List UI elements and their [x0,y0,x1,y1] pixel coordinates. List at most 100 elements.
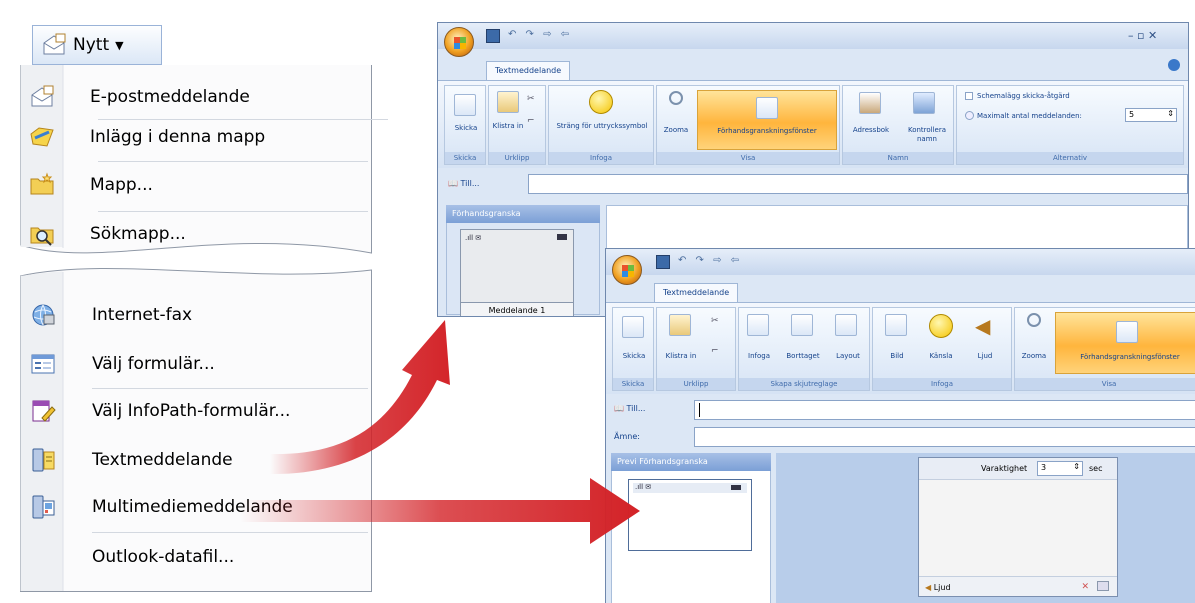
tab-textmeddelande[interactable]: Textmeddelande [486,61,571,81]
cut-icon[interactable]: ✂ [527,94,535,104]
window-controls[interactable]: – ▫ ✕ [1128,29,1157,42]
send-icon [454,94,476,116]
text-cursor [699,403,700,417]
menu-item-mapp[interactable]: Mapp... [20,166,372,206]
forhandsgranskning-button: Förhandsgranskningsfönster [1080,353,1180,361]
picture-icon [885,314,907,336]
cut-icon[interactable]: ✂ [711,316,719,326]
menu-item-label: Välj InfoPath-formulär... [92,401,291,421]
smiley-icon [929,314,953,338]
post-folder-icon [29,124,55,150]
address-book-small-icon: 📖 [614,404,624,413]
menu-item-e-postmeddelande[interactable]: E-postmeddelande [20,78,372,118]
group-visa: Zooma Förhandsgranskningsfönster Visa [1014,307,1195,391]
menu-item-textmeddelande[interactable]: Textmeddelande [20,441,372,481]
phone-caption: Meddelande 1 [461,302,573,316]
infoga-button[interactable]: Infoga [739,352,779,361]
to-button[interactable]: 📖 Till... [448,179,479,188]
group-label: Skapa skjutreglage [739,378,869,390]
slide-thumbnail[interactable]: .ıll ✉ [628,479,752,551]
strang-button[interactable]: Sträng för uttryckssymbol [555,122,649,131]
schedule-checkbox[interactable] [965,92,973,100]
email-message-icon [29,84,55,110]
kontrollera-namn-button[interactable]: Kontrollera namn [899,126,955,144]
new-mail-icon [41,33,67,57]
zoom-icon [1027,313,1041,327]
format-painter-icon[interactable]: ⌐ [527,116,535,126]
klistra-in-button[interactable]: Klistra in [661,352,701,361]
save-icon[interactable] [656,255,670,269]
remove-sound-icon[interactable]: ✕ [1081,582,1089,592]
adressbok-button[interactable]: Adressbok [843,126,899,135]
phone-preview: .ıll ✉ Meddelande 1 [460,229,574,316]
duration-spinner[interactable]: 3 ⇕ [1037,461,1083,476]
zooma-button[interactable]: Zooma [1015,352,1053,361]
menu-item-inlagg[interactable]: Inlägg i denna mapp [20,118,372,158]
subject-label: Ämne: [614,432,640,441]
schemalagg-label: Schemalägg skicka-åtgärd [977,92,1070,100]
group-label: Skicka [613,378,653,390]
menu-separator [98,119,388,120]
max-messages-spinner[interactable]: 5 ⇕ [1125,108,1177,122]
duration-label: Varaktighet [981,464,1028,473]
group-label: Infoga [873,378,1011,390]
group-label: Urklipp [489,152,545,164]
format-painter-icon[interactable]: ⌐ [711,346,719,356]
group-skicka: Skicka Skicka [444,85,486,165]
folder-icon [29,172,55,198]
quick-access-toolbar[interactable]: ↶ ↷ ⇨ ⇦ [508,29,572,43]
menu-item-valj-formular[interactable]: Välj formulär... [20,345,372,385]
menu-item-valj-infopath[interactable]: Välj InfoPath-formulär... [20,392,372,432]
menu-bottom-items: Internet-fax Välj formulär... Välj InfoP… [20,296,372,596]
to-label: Till... [626,404,646,413]
skicka-button[interactable]: Skicka [615,352,653,361]
layout-button[interactable]: Layout [827,352,869,361]
bild-button[interactable]: Bild [877,352,917,361]
group-label: Alternativ [957,152,1183,164]
spinner-arrows-icon[interactable]: ⇕ [1167,109,1174,118]
nytt-label: Nytt [73,35,110,55]
sound-options-icon[interactable] [1097,581,1109,591]
tab-textmeddelande[interactable]: Textmeddelande [654,283,739,303]
multimedia-message-icon [30,494,56,520]
ribbon: Skicka Skicka Klistra in ✂ ⌐ Urklipp Inf… [606,302,1195,394]
menu-item-label: Sökmapp... [90,224,186,244]
text-message-icon [30,447,56,473]
to-input[interactable] [528,174,1188,194]
group-label: Urklipp [657,378,735,390]
check-names-icon [913,92,935,114]
skicka-button[interactable]: Skicka [447,124,485,133]
delete-slide-icon [791,314,813,336]
klistra-in-button[interactable]: Klistra in [489,122,527,131]
quick-access-toolbar[interactable]: ↶ ↷ ⇨ ⇦ [678,255,742,269]
save-icon[interactable] [486,29,500,43]
borttaget-button[interactable]: Borttaget [781,352,825,361]
office-button[interactable] [612,255,642,285]
preview-pane-button-highlight[interactable]: Förhandsgranskningsfönster [1055,312,1195,374]
group-urklipp: Klistra in ✂ ⌐ Urklipp [488,85,546,165]
max-messages-label: Maximalt antal meddelanden: [977,112,1082,120]
office-button[interactable] [444,27,474,57]
preview-pane-icon [756,97,778,119]
menu-item-sokmapp[interactable]: Sökmapp... [20,215,372,255]
preview-pane-button-highlight[interactable]: Förhandsgranskningsfönster [697,90,837,150]
nytt-button[interactable]: Nytt ▼ [32,25,162,65]
signal-icon: .ıll ✉ [635,483,652,491]
menu-item-internet-fax[interactable]: Internet-fax [20,296,372,336]
send-icon [622,316,644,338]
ljud-button[interactable]: Ljud [965,352,1005,361]
help-icon[interactable] [1168,59,1180,71]
to-button[interactable]: 📖 Till... [614,404,645,413]
group-skapa-skjutreglage: Infoga Borttaget Layout Skapa skjutregla… [738,307,870,391]
menu-item-outlook-datafil[interactable]: Outlook-datafil... [20,538,372,578]
spinner-arrows-icon[interactable]: ⇕ [1073,462,1080,471]
group-visa: Zooma Förhandsgranskningsfönster Visa [656,85,840,165]
menu-item-label: Mapp... [90,175,153,195]
zooma-button[interactable]: Zooma [657,126,695,135]
menu-item-multimediemeddelande[interactable]: Multimediemeddelande [20,488,372,528]
sound-row[interactable]: ◀ Ljud [925,583,951,592]
menu-separator [98,161,368,162]
subject-input[interactable] [694,427,1195,447]
kansla-button[interactable]: Känsla [921,352,961,361]
to-input[interactable] [694,400,1195,420]
